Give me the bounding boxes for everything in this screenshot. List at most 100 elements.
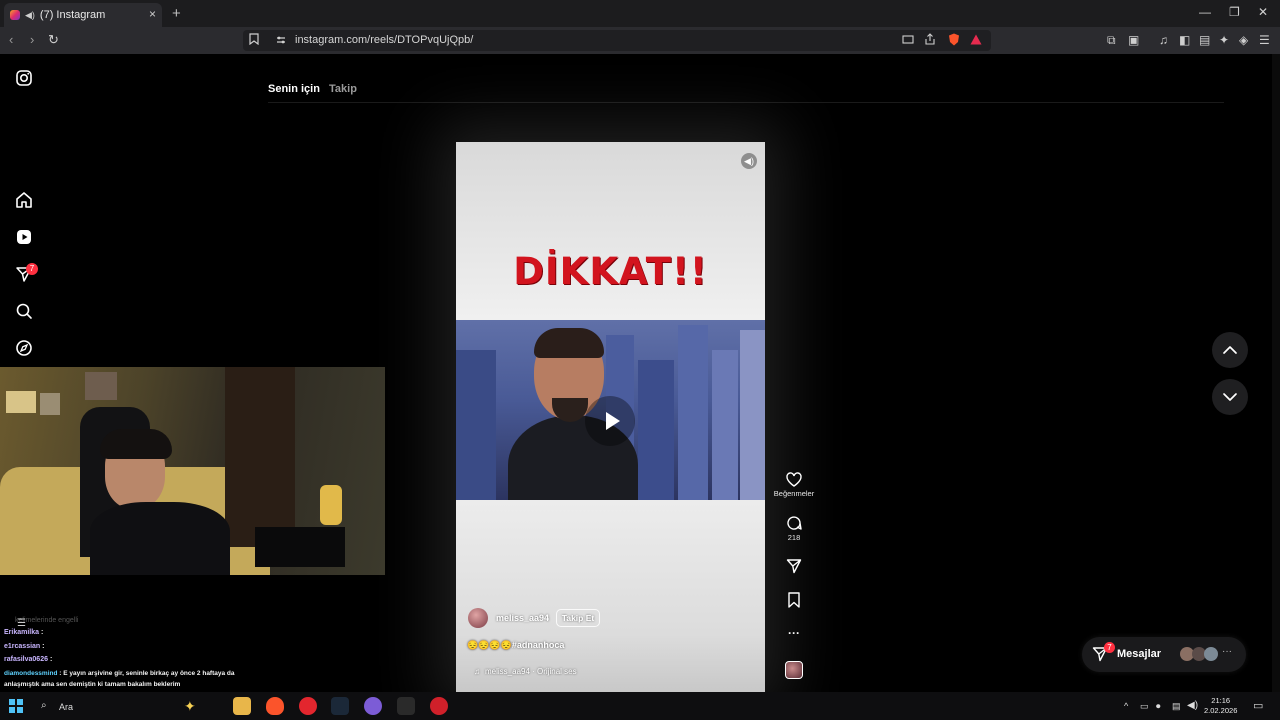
search-icon[interactable] <box>14 301 34 321</box>
background-building <box>456 350 496 500</box>
feed-divider <box>268 102 1224 103</box>
extensions-icon[interactable]: ⧉ <box>1107 33 1116 48</box>
tray-icon[interactable]: ▭ <box>1140 701 1149 712</box>
chat-line: e1rcassian : <box>4 643 45 650</box>
heart-icon <box>786 472 802 487</box>
comments-count: 218 <box>787 533 801 542</box>
media-player-icon[interactable] <box>299 697 317 715</box>
desk <box>255 527 345 567</box>
taskbar-search-icon[interactable]: ⌕ <box>41 700 47 711</box>
url-text[interactable]: instagram.com/reels/DTOPvqUjQpb/ <box>295 34 473 46</box>
brave-browser-icon[interactable] <box>266 697 284 715</box>
background-building <box>712 350 738 500</box>
epic-games-icon[interactable] <box>397 697 415 715</box>
volume-icon[interactable]: ◀) <box>741 153 757 169</box>
reel-player[interactable]: ◀) DİKKAT!! <box>456 142 765 692</box>
comment-button[interactable]: 218 <box>772 515 816 542</box>
bookshelf <box>225 367 295 547</box>
bookmark-icon <box>788 592 800 608</box>
clock-date: 2.02.2026 <box>1204 706 1238 715</box>
notification-center-icon[interactable]: ▭ <box>1253 699 1263 712</box>
crypto-wallet-icon[interactable]: ▤ <box>1199 33 1210 47</box>
window-close-button[interactable]: ✕ <box>1258 5 1268 19</box>
share-icon[interactable] <box>924 33 936 48</box>
next-reel-button[interactable] <box>1212 379 1248 415</box>
music-icon: ♫ <box>474 667 480 676</box>
reel-video-frame[interactable] <box>456 320 765 500</box>
background-building <box>740 330 765 500</box>
audio-thumbnail[interactable] <box>785 661 803 679</box>
instagram-logo-icon[interactable] <box>14 68 34 88</box>
comment-icon <box>787 516 802 530</box>
scrollbar[interactable] <box>1272 54 1280 692</box>
network-icon[interactable]: ▤ <box>1172 701 1181 712</box>
send-icon <box>786 559 802 574</box>
windows-start-icon[interactable] <box>9 699 23 718</box>
brave-rewards-icon[interactable] <box>970 34 982 48</box>
site-settings-icon[interactable] <box>276 34 286 48</box>
copilot-icon[interactable]: ✦ <box>184 698 196 715</box>
reel-caption[interactable]: 😔😔😔😔#adnanhoca <box>467 640 564 651</box>
author-name[interactable]: meliss_aa94 <box>496 613 549 623</box>
chat-line: anlaşmıştık ama sen demiştin ki tamam ba… <box>4 681 180 688</box>
steam-icon[interactable] <box>331 697 349 715</box>
save-button[interactable] <box>772 592 816 608</box>
chat-line: diamondessmind : E yayın arşivine gir, s… <box>4 670 235 677</box>
new-tab-button[interactable]: + <box>172 5 181 22</box>
taskbar-clock[interactable]: 21:16 2.02.2026 <box>1204 696 1237 716</box>
home-icon[interactable] <box>14 190 34 210</box>
messages-label: Mesajlar <box>1117 648 1162 660</box>
back-icon[interactable]: ‹ <box>9 32 13 47</box>
obs-icon[interactable] <box>430 697 448 715</box>
browser-tab[interactable]: ◀) (7) Instagram × <box>4 3 162 27</box>
menu-icon[interactable]: ☰ <box>1259 33 1270 47</box>
play-icon <box>606 412 620 430</box>
chat-text: : <box>40 629 44 636</box>
reload-icon[interactable]: ↻ <box>48 32 59 48</box>
previous-reel-button[interactable] <box>1212 332 1248 368</box>
brave-shields-icon[interactable] <box>948 33 960 49</box>
taskbar-search-label[interactable]: Ara <box>59 702 73 712</box>
avatar <box>1204 647 1218 661</box>
forward-icon[interactable]: › <box>30 32 34 47</box>
tray-chevron-icon[interactable]: ^ <box>1124 701 1128 711</box>
instagram-favicon-icon <box>10 10 20 20</box>
volume-tray-icon[interactable]: ◀) <box>1187 700 1198 711</box>
tab-for-you[interactable]: Senin için <box>268 83 320 95</box>
close-tab-icon[interactable]: × <box>149 7 156 21</box>
follow-button[interactable]: Takip Et <box>556 609 600 627</box>
tab-following[interactable]: Takip <box>329 83 357 95</box>
chat-line: rafasilva0626 : <box>4 656 52 663</box>
messages-button[interactable]: 7 Mesajlar ··· <box>1082 637 1246 672</box>
audio-label[interactable]: meliss_aa94 · Orijinal ses <box>485 667 577 676</box>
wall-poster <box>85 372 117 400</box>
background-building <box>638 360 674 500</box>
vpn-icon[interactable]: ◈ <box>1239 33 1248 47</box>
sidebar-toggle-icon[interactable]: ◧ <box>1179 33 1190 47</box>
microphone-icon[interactable]: ⏺ <box>1156 701 1161 712</box>
explore-icon[interactable] <box>14 338 34 358</box>
minimize-button[interactable]: — <box>1199 5 1211 19</box>
like-button[interactable]: Beğenmeler <box>772 472 816 498</box>
file-explorer-icon[interactable] <box>233 697 251 715</box>
author-avatar[interactable] <box>468 608 488 628</box>
discord-icon[interactable] <box>364 697 382 715</box>
chevron-up-icon <box>1223 346 1237 354</box>
more-options-icon[interactable]: ··· <box>772 626 816 640</box>
media-icon[interactable]: ♫ <box>1159 33 1168 47</box>
chevron-down-icon <box>1223 393 1237 401</box>
chat-menu-icon[interactable]: ☰ <box>17 618 26 629</box>
reels-icon[interactable] <box>14 227 34 247</box>
chat-user: Erikamilka <box>4 629 40 636</box>
wallet-icon[interactable]: ▣ <box>1128 33 1139 47</box>
bookmark-icon[interactable] <box>249 33 259 48</box>
wall-poster <box>40 393 60 415</box>
speaker-icon[interactable]: ◀) <box>25 10 35 21</box>
messages-badge: 7 <box>1104 642 1115 653</box>
share-button[interactable] <box>772 558 816 574</box>
cast-icon[interactable] <box>902 34 914 48</box>
restore-button[interactable]: ❐ <box>1229 5 1240 19</box>
more-icon: ··· <box>1222 646 1232 657</box>
notifications-badge: 7 <box>26 263 38 275</box>
leo-ai-icon[interactable]: ✦ <box>1219 33 1229 47</box>
